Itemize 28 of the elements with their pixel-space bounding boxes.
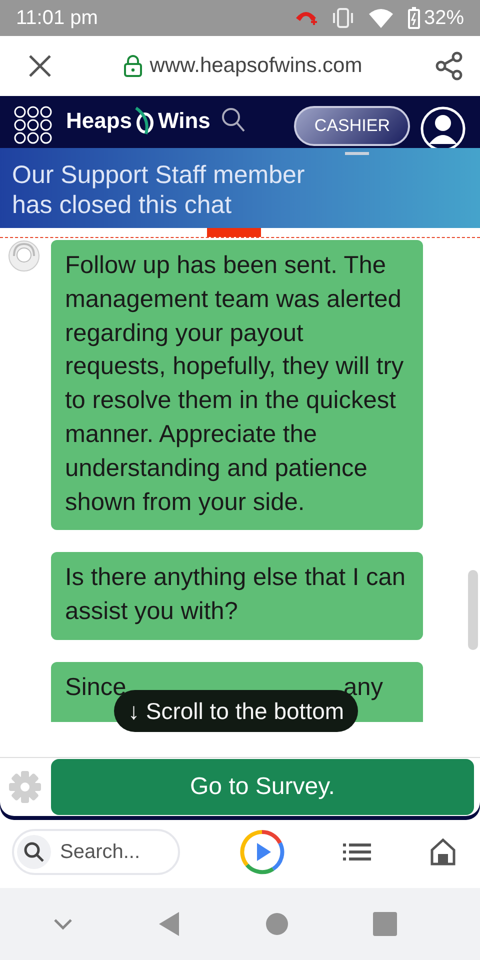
agent-avatar-icon [8, 240, 40, 272]
lock-icon [124, 55, 142, 77]
back-icon[interactable] [158, 911, 180, 937]
clock-time: 11:01 pm [16, 6, 98, 30]
survey-button[interactable]: Go to Survey. [51, 759, 474, 815]
chat-closed-message: Our Support Staff member has closed this chat [12, 160, 306, 220]
cashier-button[interactable]: CASHIER [294, 106, 410, 146]
close-icon[interactable] [28, 54, 52, 78]
vibrate-icon [332, 8, 354, 28]
url-text[interactable]: www.heapsofwins.com [150, 54, 362, 78]
scrollbar-thumb[interactable] [468, 570, 478, 650]
battery-percent: 32% [424, 6, 464, 30]
recents-icon[interactable] [373, 912, 398, 936]
home-icon[interactable] [430, 838, 456, 866]
share-icon[interactable] [434, 51, 464, 81]
chevron-down-icon[interactable] [52, 918, 73, 930]
grid-menu-icon[interactable] [14, 106, 52, 144]
search-field[interactable]: Search... [12, 829, 180, 875]
home-circle-icon[interactable] [266, 913, 288, 935]
play-icon[interactable] [238, 829, 285, 875]
chat-message: Is there anything else that I can assist you with? [51, 552, 423, 640]
search-icon [23, 841, 45, 863]
battery-icon [408, 7, 420, 29]
wifi-icon [368, 8, 394, 28]
site-logo[interactable]: Heaps Wins [66, 106, 210, 136]
list-icon[interactable] [343, 842, 372, 862]
chat-message: Follow up has been sent. The management team was alerted regarding your payout requests, hopefully, they will try to resolve them in the quickest manner. Appreciate the understanding and patience shown from your side. [51, 240, 423, 530]
search-icon[interactable] [220, 106, 246, 134]
